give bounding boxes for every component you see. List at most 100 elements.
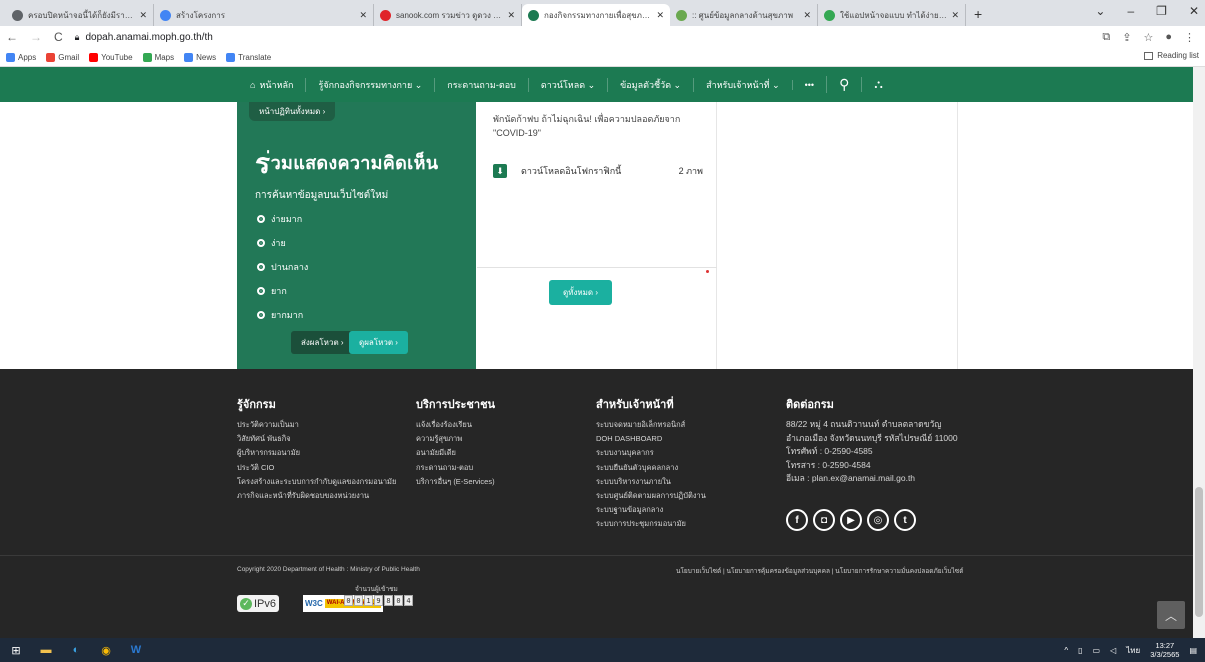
footer-link[interactable]: อนามัยมีเดีย	[416, 446, 495, 460]
footer-link[interactable]: ประวัติ CIO	[237, 461, 396, 475]
show-hidden-icons[interactable]: ^	[1064, 646, 1068, 655]
nav-download[interactable]: ดาวน์โหลด ⌄	[527, 77, 607, 92]
footer-link[interactable]: ระบบศูนย์ติดตามผลการปฏิบัติงาน	[596, 489, 706, 503]
nav-about[interactable]: รู้จักกองกิจกรรมทางกาย ⌄	[305, 77, 434, 92]
scrollbar-thumb[interactable]	[1195, 487, 1203, 617]
counter-digit: 0	[354, 595, 363, 606]
tab-close-icon[interactable]: ✕	[359, 10, 367, 21]
option-moderate[interactable]: ปานกลาง	[257, 260, 308, 274]
line-icon[interactable]: ◘	[813, 509, 835, 531]
footer-link[interactable]: ระบบจดหมายอิเล็กทรอนิกส์	[596, 418, 706, 432]
language-indicator[interactable]: ไทย	[1126, 644, 1140, 657]
view-results-button[interactable]: ดูผลโหวต ›	[349, 331, 408, 354]
tab-close-icon[interactable]: ✕	[139, 10, 147, 21]
footer-link[interactable]: ระบบการประชุมกรมอนามัย	[596, 517, 706, 531]
edge-icon[interactable]: ◐	[68, 642, 84, 658]
forward-icon[interactable]: →	[30, 30, 42, 44]
back-to-top-button[interactable]: ︿	[1157, 601, 1185, 629]
contact-line: โทรศัพท์ : 0-2590-4585	[786, 446, 873, 456]
file-explorer-icon[interactable]: ▬	[38, 642, 54, 658]
restore-button[interactable]: ❐	[1156, 4, 1167, 18]
sitemap-icon[interactable]: ⛬	[861, 77, 894, 92]
youtube-icon[interactable]: ▶	[840, 509, 862, 531]
browser-tab[interactable]: สร้างโครงการ ✕	[154, 4, 374, 26]
footer-link[interactable]: DOH DASHBOARD	[596, 432, 706, 446]
nav-more[interactable]: •••	[791, 79, 826, 90]
bookmark-icon	[89, 52, 99, 62]
footer-link[interactable]: ความรู้สุขภาพ	[416, 432, 495, 446]
view-all-button[interactable]: ดูทั้งหมด ›	[549, 280, 613, 305]
nav-staff[interactable]: สำหรับเจ้าหน้าที่ ⌄	[693, 77, 792, 92]
word-icon[interactable]: W	[128, 642, 144, 658]
nav-indicators[interactable]: ข้อมูลตัวชี้วัด ⌄	[607, 77, 693, 92]
bookmark-label: Gmail	[58, 52, 80, 62]
policy-links[interactable]: นโยบายเว็บไซต์ | นโยบายการคุ้มครองข้อมูล…	[676, 566, 963, 576]
reload-icon[interactable]: C	[54, 30, 63, 44]
browser-tab[interactable]: ใช้แอปหน้าจอแบบ ทำได้ง่าย ไม่ต้องใ ✕	[818, 4, 966, 26]
option-hard[interactable]: ยาก	[257, 284, 287, 298]
footer-link[interactable]: ระบบยืนยันตัวบุคคลกลาง	[596, 461, 706, 475]
footer-link[interactable]: วิสัยทัศน์ พันธกิจ	[237, 432, 396, 446]
all-calendar-button[interactable]: หน้าปฏิทินทั้งหมด ›	[249, 102, 336, 121]
footer-link[interactable]: ภารกิจและหน้าที่รับผิดชอบของหน่วยงาน	[237, 489, 396, 503]
chrome-icon[interactable]: ◉	[98, 642, 114, 658]
facebook-icon[interactable]: f	[786, 509, 808, 531]
tab-close-icon[interactable]: ✕	[951, 10, 959, 21]
option-very-easy[interactable]: ง่ายมาก	[257, 212, 302, 226]
clock[interactable]: 13:27 3/3/2565	[1150, 641, 1179, 659]
tab-close-icon[interactable]: ✕	[507, 10, 515, 21]
browser-tab[interactable]: :: ศูนย์ข้อมูลกลางด้านสุขภาพ ✕	[670, 4, 818, 26]
footer-link[interactable]: ผู้บริหารกรมอนามัย	[237, 446, 396, 460]
search-icon[interactable]: ⚲	[826, 76, 861, 93]
footer-link[interactable]: ระบบบริหารงานภายใน	[596, 475, 706, 489]
bookmark-item[interactable]: News	[184, 52, 216, 62]
browser-tab[interactable]: ครอบปิดหน้าจอนี้ได้ก็ยังมีรายการ Inte✕	[6, 4, 154, 26]
footer-link[interactable]: บริการอื่นๆ (E-Services)	[416, 475, 495, 489]
new-tab-button[interactable]: +	[974, 6, 982, 22]
bookmark-icon	[46, 52, 56, 62]
option-easy[interactable]: ง่าย	[257, 236, 286, 250]
translate-icon[interactable]: ⧉	[1102, 31, 1110, 44]
profile-icon[interactable]: ●	[1165, 31, 1172, 44]
footer-link[interactable]: ระบบงานบุคลากร	[596, 446, 706, 460]
menu-icon[interactable]: ⋮	[1184, 31, 1195, 44]
bookmark-item[interactable]: Translate	[226, 52, 271, 62]
twitter-icon[interactable]: t	[894, 509, 916, 531]
browser-tab[interactable]: กองกิจกรรมทางกายเพื่อสุขภาพ | หน้า ✕	[522, 4, 670, 26]
footer-link[interactable]: ประวัติความเป็นมา	[237, 418, 396, 432]
address-bar[interactable]: 🔒︎ dopah.anamai.moph.go.th/th	[75, 32, 1091, 43]
bookmark-item[interactable]: YouTube	[89, 52, 133, 62]
close-window-button[interactable]: ✕	[1189, 4, 1199, 18]
bookmark-item[interactable]: Maps	[142, 52, 174, 62]
volume-icon[interactable]: ◁	[1110, 646, 1116, 655]
instagram-icon[interactable]: ◎	[867, 509, 889, 531]
tab-search-icon[interactable]: ⌄	[1095, 4, 1105, 18]
notifications-icon[interactable]: ▤	[1189, 646, 1197, 655]
bookmark-item[interactable]: Gmail	[46, 52, 80, 62]
minimize-button[interactable]: –	[1127, 4, 1134, 18]
back-icon[interactable]: ←	[6, 30, 18, 44]
page-viewport: ⌂ หน้าหลัก รู้จักกองกิจกรรมทางกาย ⌄ กระด…	[0, 67, 1193, 638]
share-icon[interactable]: ⇪	[1122, 31, 1131, 44]
battery-icon[interactable]: ▯	[1078, 646, 1082, 655]
star-icon[interactable]: ☆	[1143, 31, 1153, 44]
footer-link[interactable]: ระบบฐานข้อมูลกลาง	[596, 503, 706, 517]
browser-tab[interactable]: sanook.com รวมข่าว ดูดวง ทาย ผล ✕	[374, 4, 522, 26]
footer-link[interactable]: แจ้งเรื่องร้องเรียน	[416, 418, 495, 432]
windows-start-icon[interactable]: ⊞	[8, 642, 24, 658]
page-scrollbar[interactable]	[1193, 67, 1205, 638]
main-nav-inner: ⌂ หน้าหลัก รู้จักกองกิจกรรมทางกาย ⌄ กระด…	[238, 67, 958, 102]
download-infographic-link[interactable]: ⬇ ดาวน์โหลดอินโฟกราฟิกนี้ 2 ภาพ	[493, 164, 703, 178]
option-very-hard[interactable]: ยากมาก	[257, 308, 303, 322]
reading-list-button[interactable]: Reading list	[1144, 51, 1199, 60]
tab-favicon-icon	[380, 9, 391, 21]
footer-link[interactable]: กระดานถาม-ตอบ	[416, 461, 495, 475]
nav-home[interactable]: ⌂ หน้าหลัก	[238, 78, 305, 92]
network-icon[interactable]: ▭	[1093, 646, 1101, 655]
vote-button[interactable]: ส่งผลโหวต ›	[291, 331, 354, 354]
footer-link[interactable]: โครงสร้างและระบบการกำกับดูแลของกรมอนามัย	[237, 475, 396, 489]
tab-close-icon[interactable]: ✕	[803, 10, 811, 21]
nav-qa-board[interactable]: กระดานถาม-ตอบ	[434, 77, 528, 92]
bookmark-item[interactable]: Apps	[6, 52, 36, 62]
tab-close-icon[interactable]: ✕	[656, 10, 664, 21]
